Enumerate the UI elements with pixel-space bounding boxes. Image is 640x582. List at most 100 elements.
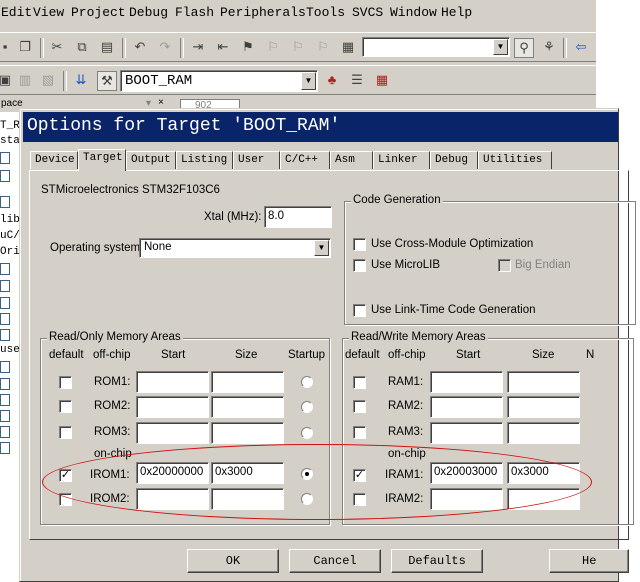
- file-icon[interactable]: [0, 297, 10, 309]
- iram2-start-input[interactable]: [430, 488, 503, 510]
- ram3-size-input[interactable]: [507, 422, 580, 444]
- find-in-files-icon[interactable]: ▦: [339, 38, 357, 56]
- file-icon[interactable]: [0, 329, 10, 341]
- iram1-default-checkbox[interactable]: ✓: [353, 469, 366, 482]
- tab-target[interactable]: Target: [78, 149, 126, 171]
- unindent-icon[interactable]: ⇤: [214, 38, 232, 56]
- file-icon[interactable]: [0, 394, 10, 406]
- menu-help[interactable]: Help: [441, 5, 472, 20]
- rom2-size-input[interactable]: [211, 396, 284, 418]
- iram1-size-input[interactable]: 0x3000: [507, 462, 580, 484]
- prev-bookmark-icon[interactable]: ⚐: [264, 38, 282, 56]
- menu-edit[interactable]: Edit: [1, 5, 32, 20]
- menu-flash[interactable]: Flash: [175, 5, 214, 20]
- ram1-size-input[interactable]: [507, 371, 580, 393]
- ltcg-checkbox[interactable]: [353, 304, 366, 317]
- rom2-default-checkbox[interactable]: [59, 400, 72, 413]
- file-icon[interactable]: [0, 196, 10, 208]
- binoculars-icon[interactable]: ⚲: [514, 38, 534, 58]
- rom2-start-input[interactable]: [136, 396, 209, 418]
- next-bookmark-icon[interactable]: ⚐: [289, 38, 307, 56]
- save-icon[interactable]: ▪: [0, 38, 14, 56]
- run-time-env-icon[interactable]: ▦: [373, 71, 391, 89]
- target-options-icon[interactable]: ⚒: [97, 71, 117, 91]
- menu-debug[interactable]: Debug: [129, 5, 168, 20]
- cross-module-checkbox[interactable]: [353, 238, 366, 251]
- file-icon[interactable]: [0, 313, 10, 325]
- irom2-start-input[interactable]: [136, 488, 209, 510]
- menu-project[interactable]: Project: [71, 5, 126, 20]
- copy-icon[interactable]: ⧉: [73, 38, 91, 56]
- file-icon[interactable]: [0, 170, 10, 182]
- tab-debug[interactable]: Debug: [430, 151, 478, 169]
- file-icon[interactable]: [0, 280, 10, 292]
- cancel-button[interactable]: Cancel: [289, 549, 381, 573]
- big-endian-checkbox[interactable]: [498, 259, 511, 272]
- tab-linker[interactable]: Linker: [373, 151, 430, 169]
- menu-peripherals[interactable]: Peripherals: [220, 5, 306, 20]
- paste-icon[interactable]: ▤: [98, 38, 116, 56]
- file-icon[interactable]: [0, 426, 10, 438]
- rom1-size-input[interactable]: [211, 371, 284, 393]
- redo-icon[interactable]: ↷: [156, 38, 174, 56]
- menu-view[interactable]: View: [33, 5, 64, 20]
- irom2-startup-radio[interactable]: [301, 493, 313, 505]
- rom1-default-checkbox[interactable]: [59, 376, 72, 389]
- file-icon[interactable]: [0, 361, 10, 373]
- file-icon[interactable]: [0, 152, 10, 164]
- tab-listing[interactable]: Listing: [176, 151, 233, 169]
- file-icon[interactable]: [0, 378, 10, 390]
- rom3-default-checkbox[interactable]: [59, 426, 72, 439]
- undo-icon[interactable]: ↶: [131, 38, 149, 56]
- ram2-size-input[interactable]: [507, 396, 580, 418]
- menu-tools[interactable]: Tools: [306, 5, 345, 20]
- close-icon[interactable]: ×: [158, 97, 164, 108]
- bookmark-icon[interactable]: ⚑: [239, 38, 257, 56]
- file-icon[interactable]: [0, 410, 10, 422]
- incremental-find-icon[interactable]: ⚘: [540, 38, 558, 56]
- rom1-startup-radio[interactable]: [301, 376, 313, 388]
- help-button[interactable]: He: [549, 549, 629, 573]
- ram3-default-checkbox[interactable]: [353, 426, 366, 439]
- project-items-icon[interactable]: ☰: [348, 71, 366, 89]
- cut-icon[interactable]: ✂: [48, 38, 66, 56]
- iram1-start-input[interactable]: 0x20003000: [430, 462, 503, 484]
- tab-device[interactable]: Device: [30, 151, 78, 169]
- irom1-startup-radio[interactable]: [301, 468, 313, 480]
- translate-icon[interactable]: ▣: [0, 71, 14, 89]
- irom2-size-input[interactable]: [211, 488, 284, 510]
- build-icon[interactable]: ▥: [16, 71, 34, 89]
- clear-bookmarks-icon[interactable]: ⚐: [314, 38, 332, 56]
- tab-asm[interactable]: Asm: [330, 151, 373, 169]
- project-item[interactable]: Ori: [0, 246, 20, 258]
- file-icon[interactable]: [0, 442, 10, 454]
- dialog-title-bar[interactable]: Options for Target 'BOOT_RAM': [23, 112, 618, 142]
- ok-button[interactable]: OK: [187, 549, 279, 573]
- menu-svcs[interactable]: SVCS: [352, 5, 383, 20]
- save-all-icon[interactable]: ❐: [16, 38, 34, 56]
- project-item[interactable]: use: [0, 344, 20, 356]
- tab-user[interactable]: User: [233, 151, 280, 169]
- project-item[interactable]: lib: [0, 214, 20, 226]
- defaults-button[interactable]: Defaults: [391, 549, 483, 573]
- project-item[interactable]: sta: [0, 135, 20, 147]
- microlib-checkbox[interactable]: [353, 259, 366, 272]
- file-icon[interactable]: [0, 263, 10, 275]
- irom1-start-input[interactable]: 0x20000000: [136, 462, 209, 484]
- chevron-down-icon[interactable]: ▼: [493, 39, 508, 55]
- irom1-default-checkbox[interactable]: ✓: [59, 469, 72, 482]
- iram2-size-input[interactable]: [507, 488, 580, 510]
- ram2-default-checkbox[interactable]: [353, 400, 366, 413]
- project-item[interactable]: uC/: [0, 230, 20, 242]
- indent-icon[interactable]: ⇥: [189, 38, 207, 56]
- ram2-start-input[interactable]: [430, 396, 503, 418]
- ram1-start-input[interactable]: [430, 371, 503, 393]
- rom1-start-input[interactable]: [136, 371, 209, 393]
- chevron-down-icon[interactable]: ▼: [301, 72, 316, 90]
- target-select[interactable]: BOOT_RAM ▼: [120, 70, 318, 92]
- chevron-down-icon[interactable]: ▼: [314, 240, 329, 256]
- rom2-startup-radio[interactable]: [301, 401, 313, 413]
- rom3-startup-radio[interactable]: [301, 427, 313, 439]
- search-combo[interactable]: ▼: [362, 37, 510, 57]
- tab-utilities[interactable]: Utilities: [478, 151, 552, 169]
